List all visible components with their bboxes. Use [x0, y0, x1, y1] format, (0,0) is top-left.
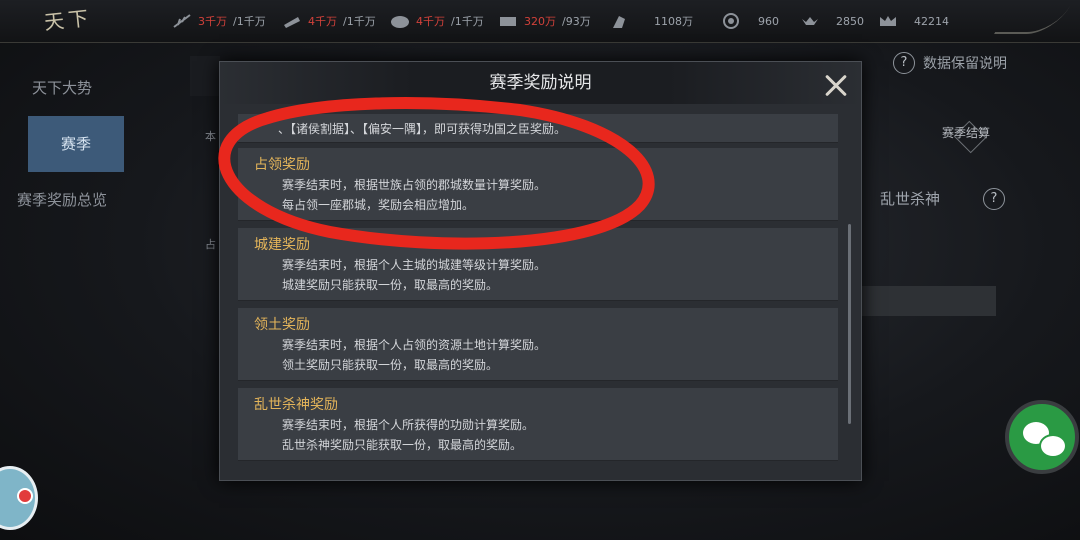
resource-ingot[interactable]: 2850	[800, 12, 864, 30]
scrollbar[interactable]	[848, 224, 851, 424]
resource-current: 42214	[914, 14, 949, 28]
section-line: 乱世杀神奖励只能获取一份，取最高的奖励。	[282, 438, 523, 452]
wood-icon	[282, 13, 302, 29]
section-title: 占领奖励	[254, 157, 310, 173]
partial-line: 、【诸侯割据】、【偏安一隅】，即可获得功国之臣奖励。	[278, 122, 567, 136]
reward-section-warlord: 乱世杀神奖励 赛季结束时，根据个人所获得的功勋计算奖励。 乱世杀神奖励只能获取一…	[238, 388, 838, 461]
data-retention-help[interactable]: ? 数据保留说明	[893, 52, 1007, 74]
section-title: 领土奖励	[254, 317, 310, 333]
resource-current: 3千万	[198, 15, 227, 28]
resource-current: 320万	[524, 15, 556, 28]
crown-icon	[878, 13, 898, 29]
close-icon[interactable]	[818, 68, 854, 104]
kill-help-button[interactable]: ?	[983, 187, 1005, 210]
resource-feather[interactable]: 3千万/1千万	[172, 12, 266, 30]
dialog-title: 赛季奖励说明	[220, 62, 861, 104]
left-nav: 天下大势 赛季 赛季奖励总览	[0, 60, 124, 228]
reward-section-citybuild: 城建奖励 赛季结束时，根据个人主城的城建等级计算奖励。 城建奖励只能获取一份，取…	[238, 228, 838, 301]
section-line: 赛季结束时，根据个人占领的资源土地计算奖励。	[282, 338, 547, 352]
resource-wood[interactable]: 4千万/1千万	[282, 12, 376, 30]
help-label: 数据保留说明	[923, 56, 1007, 72]
chat-bubble-icon	[1039, 434, 1067, 458]
background-text: 占	[205, 238, 216, 251]
resource-coin[interactable]: 960	[722, 12, 779, 30]
reward-section-occupy: 占领奖励 赛季结束时，根据世族占领的郡城数量计算奖励。 每占领一座郡城，奖励会相…	[238, 148, 838, 221]
nav-item-season[interactable]: 赛季	[28, 116, 124, 172]
resource-max: /1千万	[233, 15, 266, 28]
section-line: 赛季结束时，根据个人所获得的功勋计算奖励。	[282, 418, 535, 432]
notification-dot	[17, 488, 33, 504]
section-line: 赛季结束时，根据个人主城的城建等级计算奖励。	[282, 258, 547, 272]
resource-max: /93万	[562, 15, 591, 28]
game-logo: 天下	[43, 5, 94, 35]
resource-max: /1千万	[451, 15, 484, 28]
ingot-icon	[800, 13, 820, 29]
section-title: 城建奖励	[254, 237, 310, 253]
iron-icon	[498, 13, 518, 29]
reward-list[interactable]: 、【诸侯割据】、【偏安一隅】，即可获得功国之臣奖励。 占领奖励 赛季结束时，根据…	[238, 114, 838, 464]
feather-icon	[172, 13, 192, 29]
season-settlement-button[interactable]: 赛季结算	[942, 124, 990, 141]
question-icon: ?	[983, 188, 1005, 210]
section-line: 赛季结束时，根据世族占领的郡城数量计算奖励。	[282, 178, 547, 192]
stone-icon	[390, 13, 410, 29]
wechat-float-button[interactable]	[1005, 400, 1079, 474]
resource-stone[interactable]: 4千万/1千万	[390, 12, 484, 30]
resource-current: 4千万	[416, 15, 445, 28]
resource-current: 960	[758, 14, 779, 28]
corner-ornament	[993, 6, 1071, 34]
background-bar	[862, 286, 996, 316]
reward-section-territory: 领土奖励 赛季结束时，根据个人占领的资源土地计算奖励。 领土奖励只能获取一份，取…	[238, 308, 838, 381]
list-item: 、【诸侯割据】、【偏安一隅】，即可获得功国之臣奖励。	[238, 114, 838, 143]
resource-current: 1108万	[654, 15, 693, 28]
top-resource-bar: 天下 3千万/1千万 4千万/1千万 4千万/1千万 320万/93万 1108…	[0, 0, 1080, 43]
resource-crown[interactable]: 42214	[878, 12, 949, 30]
kill-rank-label: 乱世杀神	[880, 190, 941, 208]
section-line: 城建奖励只能获取一份，取最高的奖励。	[282, 278, 499, 292]
resource-horse[interactable]: 1108万	[610, 12, 693, 30]
section-title: 乱世杀神奖励	[254, 397, 338, 413]
coin-icon	[722, 13, 742, 29]
background-panel-edge	[190, 56, 220, 96]
section-line: 领土奖励只能获取一份，取最高的奖励。	[282, 358, 499, 372]
background-text: 本	[205, 130, 216, 143]
section-line: 每占领一座郡城，奖励会相应增加。	[282, 198, 475, 212]
resource-current: 2850	[836, 14, 864, 28]
resource-iron[interactable]: 320万/93万	[498, 12, 591, 30]
question-icon: ?	[893, 52, 915, 74]
season-reward-dialog: 赛季奖励说明 、【诸侯割据】、【偏安一隅】，即可获得功国之臣奖励。 占领奖励 赛…	[219, 61, 862, 481]
resource-current: 4千万	[308, 15, 337, 28]
horse-icon	[610, 13, 630, 29]
resource-max: /1千万	[343, 15, 376, 28]
nav-item-season-rewards[interactable]: 赛季奖励总览	[0, 172, 124, 228]
nav-item-world-trend[interactable]: 天下大势	[0, 60, 124, 116]
